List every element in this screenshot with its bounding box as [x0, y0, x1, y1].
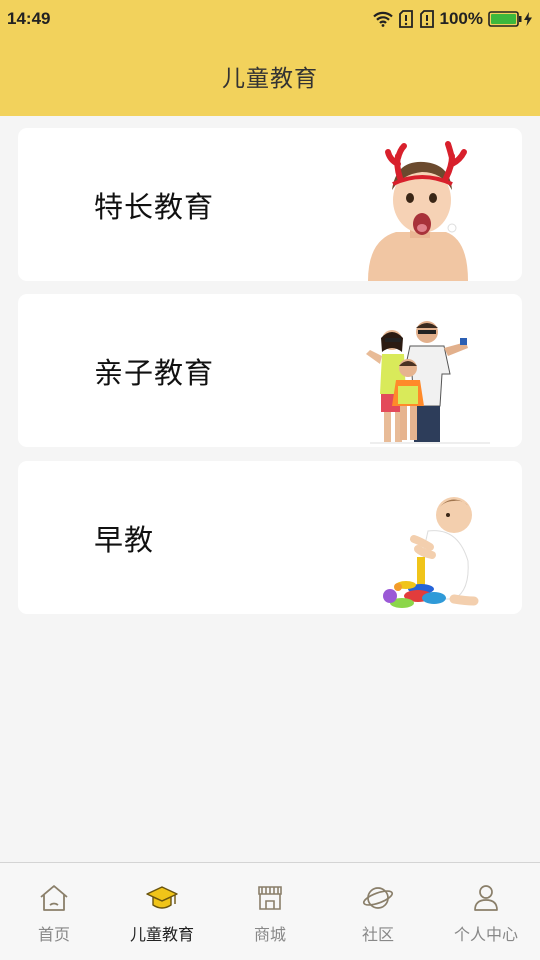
tab-profile[interactable]: 个人中心	[432, 863, 540, 960]
tab-label: 个人中心	[453, 925, 518, 944]
wifi-icon	[372, 11, 393, 27]
battery-percent: 100%	[439, 9, 483, 28]
card-talent-education[interactable]: 特长教育	[18, 128, 522, 281]
kid-reindeer-antlers-photo	[368, 141, 468, 281]
tab-store[interactable]: 商城	[216, 863, 324, 960]
sim-no-signal-icon	[398, 10, 413, 28]
sim-no-signal-icon	[419, 10, 434, 28]
graduation-cap-icon	[145, 881, 179, 915]
status-bar: 14:49 100%	[0, 0, 540, 38]
tab-label: 儿童教育	[129, 925, 194, 944]
app-bar: 儿童教育	[0, 38, 540, 116]
tab-label: 首页	[37, 925, 70, 944]
status-time: 14:49	[7, 9, 51, 28]
card-label: 特长教育	[94, 189, 215, 224]
charging-icon	[524, 12, 532, 26]
page-title: 儿童教育	[222, 66, 318, 92]
bottom-tab-bar: 首页 儿童教育 商城 社区 个人中心	[0, 862, 540, 960]
tab-label: 社区	[361, 925, 394, 944]
card-label: 亲子教育	[94, 355, 215, 390]
store-icon	[253, 881, 287, 915]
tab-label: 商城	[253, 925, 286, 944]
battery-indicator	[488, 11, 532, 27]
battery-icon	[488, 11, 522, 27]
status-icons: 100%	[372, 9, 532, 29]
tab-children-education[interactable]: 儿童教育	[108, 863, 216, 960]
tab-home[interactable]: 首页	[0, 863, 108, 960]
family-sportswear-photo	[366, 321, 490, 444]
card-label: 早教	[94, 522, 155, 557]
planet-icon	[361, 881, 395, 915]
baby-stacking-rings-photo	[383, 497, 479, 608]
home-icon	[37, 881, 71, 915]
card-parent-child-education[interactable]: 亲子教育	[18, 294, 522, 447]
card-early-education[interactable]: 早教	[18, 461, 522, 614]
tab-community[interactable]: 社区	[324, 863, 432, 960]
person-icon	[469, 881, 503, 915]
